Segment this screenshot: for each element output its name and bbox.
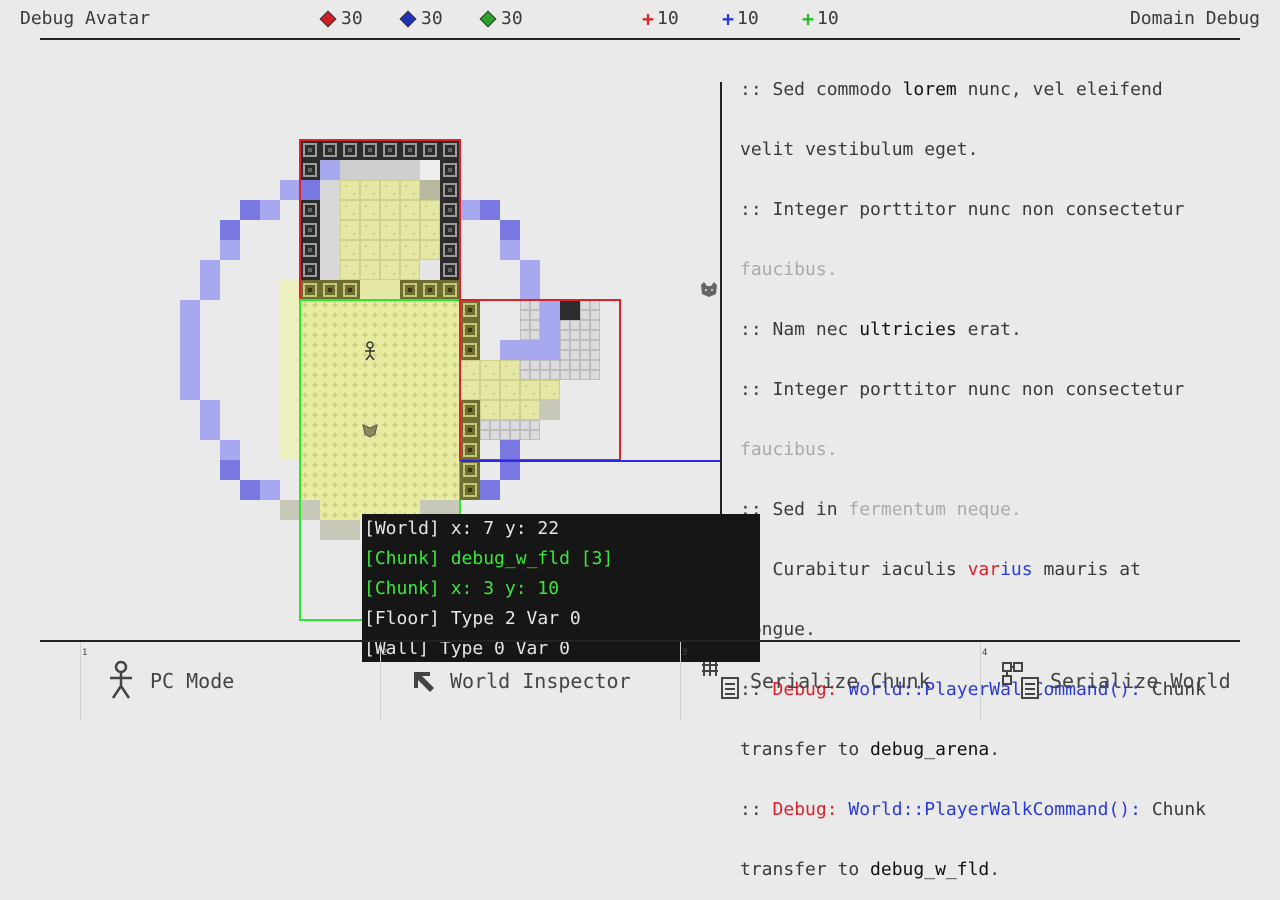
world-inspector-button[interactable]: 2 World Inspector (380, 642, 680, 720)
pc-mode-label: PC Mode (150, 669, 235, 693)
log-line: :: Integer porttitor nunc non consectetu… (740, 199, 1185, 220)
green-resource-stat: 30 (479, 8, 523, 29)
log-line: :: Sed in fermentum neque. (740, 499, 1022, 520)
blue-plus-icon: + (722, 6, 735, 31)
log-line: faucibus. (740, 259, 838, 280)
message-log: :: Sed commodo lorem nunc, vel eleifend … (740, 40, 1280, 900)
log-line: transfer to debug_arena. (740, 739, 1001, 760)
tooltip-chunk-coords: [Chunk] x: 3 y: 10 (364, 578, 560, 599)
domain-title: Domain Debug (1129, 8, 1260, 29)
tooltip-floor: [Floor] Type 2 Var 0 (364, 608, 581, 629)
green-plus-icon: + (802, 6, 815, 31)
log-line: faucibus. (740, 439, 838, 460)
green-bonus-stat: + 10 (802, 6, 839, 31)
world-inspector-label: World Inspector (450, 669, 631, 693)
log-line: :: Sed commodo lorem nunc, vel eleifend (740, 79, 1163, 100)
header-bar: Debug Avatar 30 30 30 + 10 + 10 + 10 Dom… (0, 0, 1280, 38)
log-line: velit vestibulum eget. (740, 139, 979, 160)
serialize-chunk-button[interactable]: 3 Serialize Chunk (680, 642, 980, 720)
person-icon (110, 660, 132, 699)
red-bonus-stat: + 10 (642, 6, 679, 31)
serialize-chunk-label: Serialize Chunk (750, 669, 931, 693)
chunk-boundary-line (460, 460, 720, 462)
green-diamond-icon (479, 10, 497, 27)
fog-strip (280, 280, 300, 460)
blue-diamond-icon (399, 10, 417, 27)
cursor-arrow-icon (414, 672, 434, 692)
field-grass (300, 300, 460, 520)
grid-document-icon (702, 662, 739, 699)
red-diamond-icon (319, 10, 337, 27)
blue-bonus-stat: + 10 (722, 6, 759, 31)
log-line: congue. (740, 619, 816, 640)
log-line: :: Debug: World::PlayerWalkCommand(): Ch… (740, 799, 1207, 820)
cat-icon (701, 282, 717, 297)
pc-mode-button[interactable]: 1 PC Mode (80, 642, 380, 720)
avatar-title: Debug Avatar (20, 8, 151, 29)
log-line: :: Curabitur iaculis varius mauris at (740, 559, 1141, 580)
red-plus-icon: + (642, 6, 655, 31)
log-line: :: Nam nec ultricies erat. (740, 319, 1022, 340)
log-line: :: Integer porttitor nunc non consectetu… (740, 379, 1185, 400)
serialize-world-button[interactable]: 4 Serialize World (980, 642, 1280, 720)
tooltip-chunk-name: [Chunk] debug_w_fld [3] (364, 548, 614, 569)
serialize-world-label: Serialize World (1050, 669, 1231, 693)
red-resource-stat: 30 (319, 8, 363, 29)
blue-resource-stat: 30 (399, 8, 443, 29)
log-line: transfer to debug_w_fld. (740, 859, 1001, 880)
tree-document-icon (1002, 662, 1039, 699)
tooltip-world-coords: [World] x: 7 y: 22 (364, 518, 560, 539)
panel-divider (720, 82, 722, 514)
